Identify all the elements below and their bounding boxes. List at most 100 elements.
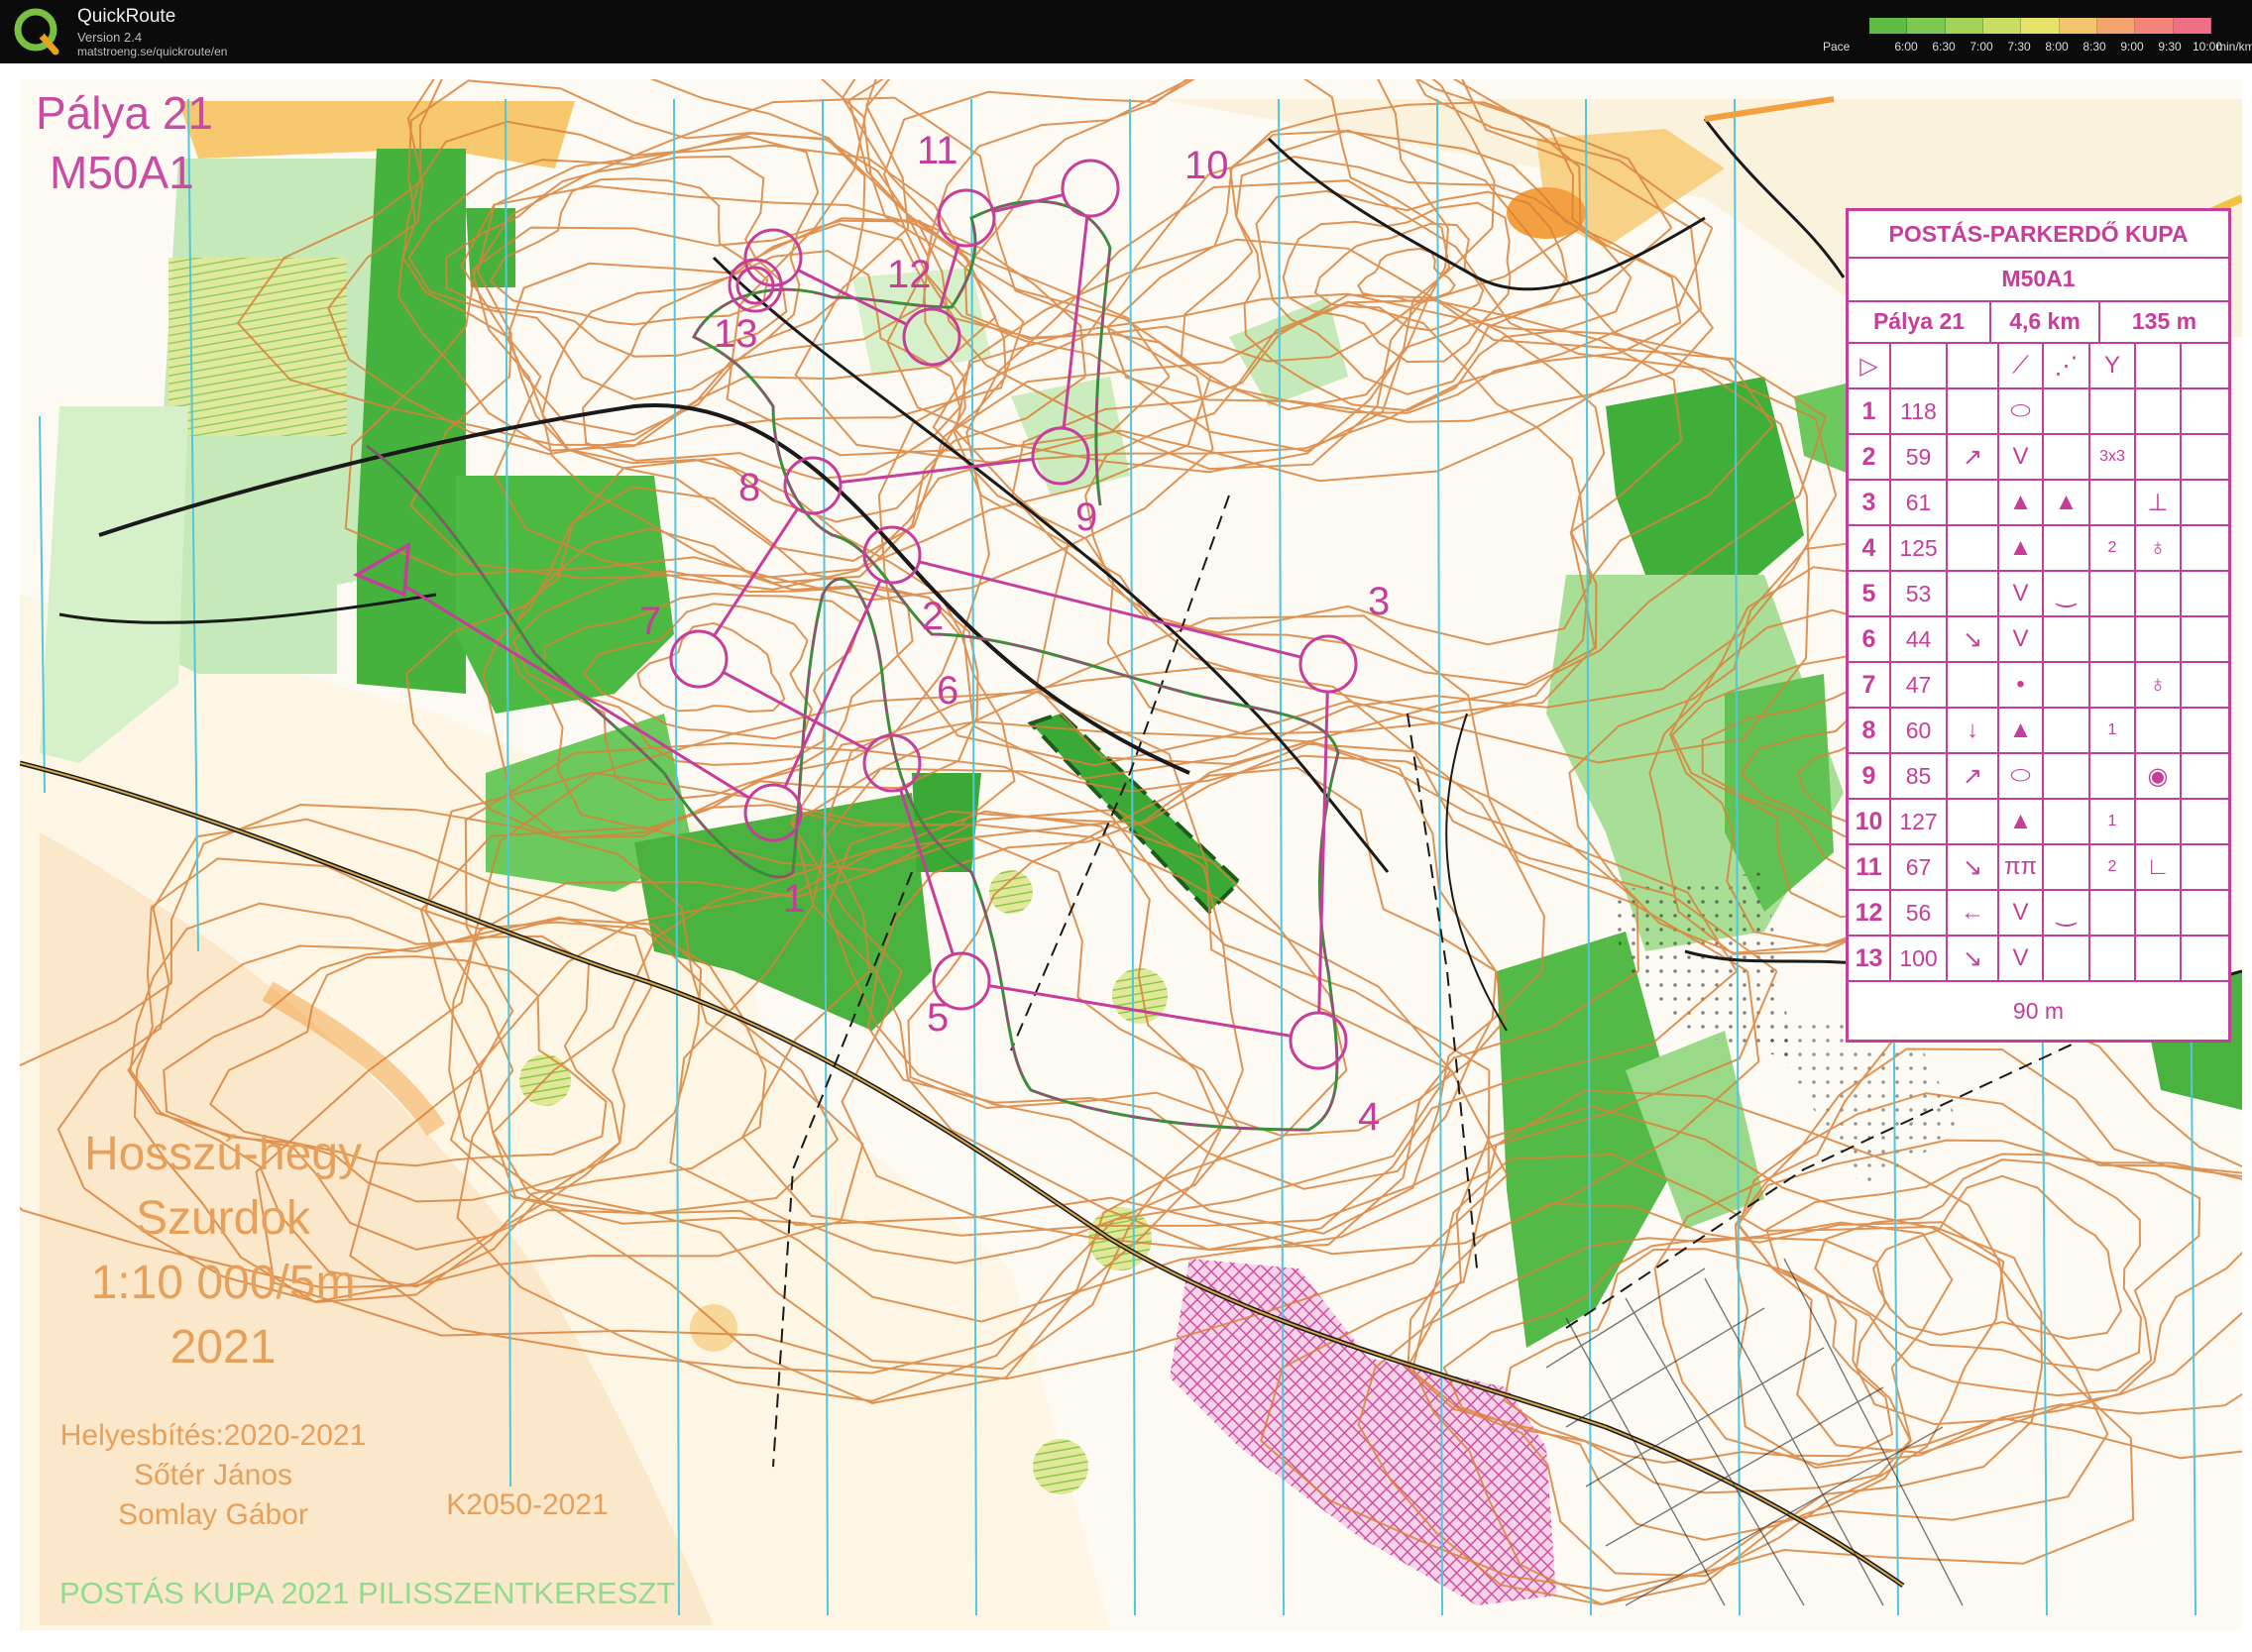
clearing — [690, 1304, 737, 1352]
legend-control-code: 56 — [1891, 891, 1948, 936]
legend-symbol-cell: ← — [1948, 891, 1999, 936]
area-name-line1: Hosszú-hegy — [84, 1128, 362, 1180]
legend-symbol-cell — [2136, 891, 2182, 936]
legend-symbol-cell: ↗ — [1948, 435, 1999, 481]
app-name: QuickRoute — [77, 6, 176, 27]
legend-symbol-cell — [2182, 435, 2228, 481]
app-version: Version 2.4 — [77, 30, 143, 45]
legend-course-length: 4,6 km — [1991, 300, 2100, 344]
pace-color-segment — [1869, 18, 1908, 34]
quickroute-logo-icon — [14, 8, 59, 55]
legend-control-number: 8 — [1849, 709, 1891, 754]
legend-symbol-cell: ‿ — [2044, 891, 2090, 936]
legend-symbol-cell — [2182, 936, 2228, 982]
map-scale: 1:10 000/5m — [91, 1257, 356, 1309]
legend-control-code: 85 — [1891, 754, 1948, 800]
control-number: 10 — [1184, 144, 1229, 187]
legend-symbol-cell: 1 — [2090, 800, 2136, 845]
legend-control-code: 59 — [1891, 435, 1948, 481]
event-footer: POSTÁS KUPA 2021 PILISSZENTKERESZT — [59, 1576, 675, 1610]
legend-control-number: 6 — [1849, 617, 1891, 663]
legend-symbol-cell: V — [1999, 617, 2044, 663]
legend-symbol-cell — [1948, 572, 1999, 617]
mapper-1: Sőtér János — [134, 1459, 292, 1491]
pace-color-bar — [1869, 18, 2211, 34]
legend-symbol-cell — [2136, 800, 2182, 845]
legend-start-cell: ⋰ — [2044, 344, 2090, 389]
update-line: Helyesbítés:2020-2021 — [60, 1419, 367, 1452]
control-number: 4 — [1358, 1095, 1380, 1139]
control-number: 13 — [714, 312, 758, 356]
legend-control-number: 10 — [1849, 800, 1891, 845]
legend-symbol-cell — [2044, 845, 2090, 891]
legend-control-number: 13 — [1849, 936, 1891, 982]
legend-symbol-cell: ♁ — [2136, 526, 2182, 572]
pace-tick-label: 8:30 — [2083, 40, 2106, 54]
legend-start-cell — [2182, 344, 2228, 389]
control-number: 5 — [927, 996, 949, 1040]
orienteering-map[interactable]: 1 2 3 4 5 6 7 8 9 10 11 12 13 Pálya 21 M50A1 Hosszú-… — [20, 79, 2242, 1630]
legend-symbol-cell — [2182, 617, 2228, 663]
legend-symbol-cell: 2 — [2090, 845, 2136, 891]
map-year: 2021 — [170, 1321, 277, 1374]
legend-symbol-cell — [2090, 481, 2136, 526]
legend-symbol-cell — [2136, 435, 2182, 481]
legend-symbol-cell — [2090, 891, 2136, 936]
legend-symbol-cell: ⬭ — [1999, 754, 2044, 800]
legend-symbol-cell — [2044, 617, 2090, 663]
legend-symbol-cell — [2136, 936, 2182, 982]
legend-symbol-cell — [1948, 800, 1999, 845]
legend-control-code: 44 — [1891, 617, 1948, 663]
pace-color-segment — [2096, 18, 2136, 34]
legend-control-code: 61 — [1891, 481, 1948, 526]
legend-control-number: 3 — [1849, 481, 1891, 526]
control-number: 11 — [917, 129, 958, 172]
legend-start-cell — [2136, 344, 2182, 389]
control-number: 2 — [922, 595, 944, 638]
legend-control-code: 100 — [1891, 936, 1948, 982]
legend-symbol-cell — [2182, 481, 2228, 526]
legend-symbol-cell — [2182, 663, 2228, 709]
legend-symbol-cell: ‿ — [2044, 572, 2090, 617]
legend-symbol-cell — [2044, 800, 2090, 845]
control-number: 3 — [1368, 580, 1390, 623]
control-description-sheet: POSTÁS-PARKERDŐ KUPA M50A1 Pálya 21 4,6 km 1… — [1846, 208, 2231, 1043]
legend-start-cell — [1891, 344, 1948, 389]
control-number: 6 — [937, 669, 958, 713]
pace-tick-label: 7:00 — [1970, 40, 1993, 54]
legend-start-cell: ⟋ — [1999, 344, 2044, 389]
legend-symbol-cell: V — [1999, 891, 2044, 936]
legend-symbol-cell — [2136, 389, 2182, 435]
legend-control-number: 9 — [1849, 754, 1891, 800]
legend-symbol-cell: ♁ — [2136, 663, 2182, 709]
legend-symbol-cell — [2182, 572, 2228, 617]
legend-symbol-cell — [2136, 617, 2182, 663]
legend-symbol-cell: ⬭ — [1999, 389, 2044, 435]
legend-symbol-cell: ↗ — [1948, 754, 1999, 800]
legend-symbol-cell: 3x3 — [2090, 435, 2136, 481]
control-number: 7 — [639, 600, 661, 643]
legend-symbol-cell: V — [1999, 435, 2044, 481]
legend-control-number: 4 — [1849, 526, 1891, 572]
legend-symbol-cell: V — [1999, 572, 2044, 617]
legend-symbol-cell: ▲ — [1999, 481, 2044, 526]
pace-color-segment — [2173, 18, 2211, 34]
legend-symbol-cell: ▲ — [1999, 800, 2044, 845]
legend-control-code: 118 — [1891, 389, 1948, 435]
legend-symbol-cell: ππ — [1999, 845, 2044, 891]
legend-symbol-cell: ↘ — [1948, 617, 1999, 663]
legend-symbol-cell — [2182, 526, 2228, 572]
legend-symbol-cell — [2090, 754, 2136, 800]
pace-color-segment — [2135, 18, 2174, 34]
legend-control-number: 7 — [1849, 663, 1891, 709]
pace-unit: min/km — [2216, 40, 2252, 54]
legend-symbol-cell — [1948, 526, 1999, 572]
legend-symbol-cell — [2182, 709, 2228, 754]
map-permit: K2050-2021 — [446, 1488, 608, 1521]
pace-tick-label: 7:30 — [2007, 40, 2031, 54]
legend-symbol-cell: V — [1999, 936, 2044, 982]
legend-symbol-cell — [2044, 936, 2090, 982]
pace-legend: Pace 6:00 6:30 7:00 7:30 8:00 8:30 9:00 9:30 10:… — [1820, 14, 2252, 54]
control-number: 1 — [783, 877, 805, 921]
pace-tick-label: 6:00 — [1894, 40, 1918, 54]
